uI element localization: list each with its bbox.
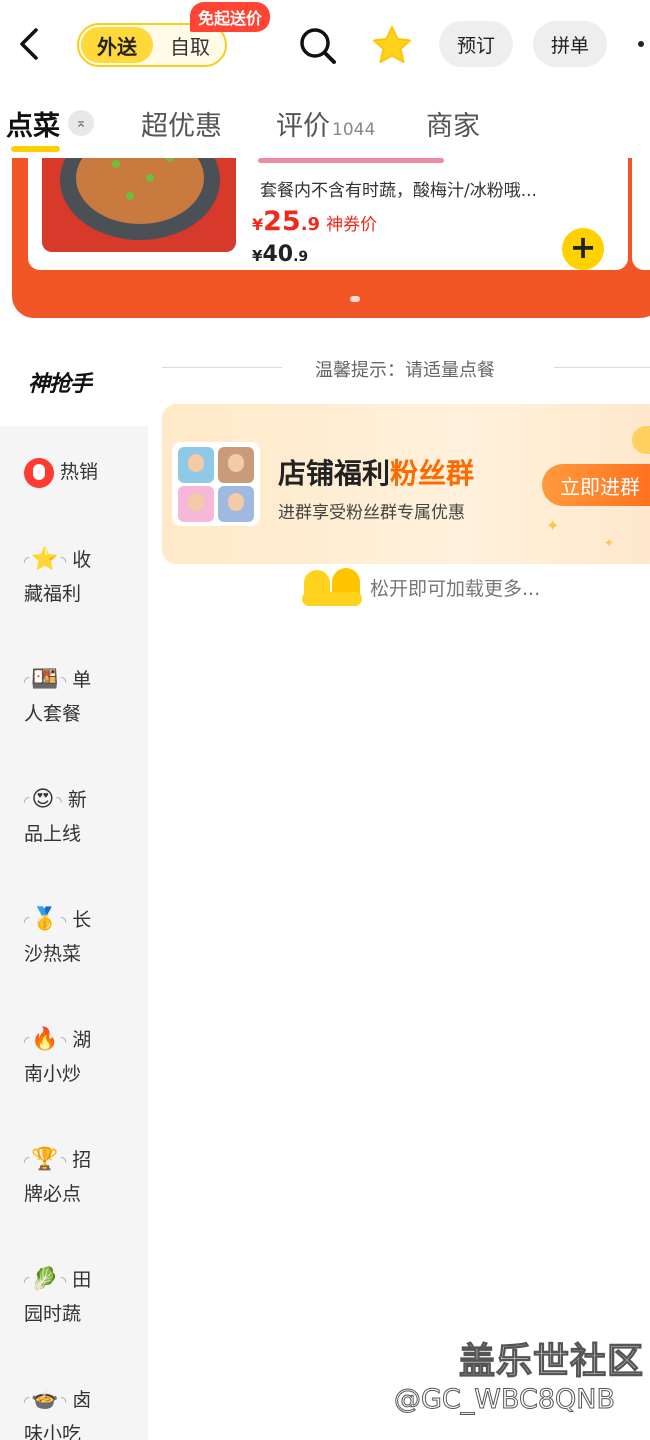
sidebar-item-new[interactable]: ◜😍 ◝ 新品上线	[0, 784, 148, 904]
heart-eyes-icon: 😍	[31, 787, 55, 812]
order-tip: 温馨提示：请适量点餐	[162, 356, 650, 381]
tip-divider-left	[162, 367, 282, 368]
leafy-green-icon: 🥬	[31, 1267, 59, 1292]
sparkle-icon: ✦	[604, 536, 615, 550]
group-order-button[interactable]: 拼单	[533, 21, 607, 67]
tab-reviews-label: 评价	[276, 111, 330, 142]
sidebar-item-label: ◜😍 ◝ 新品上线	[24, 784, 134, 850]
search-icon[interactable]	[298, 26, 338, 66]
mascot-icon	[300, 568, 364, 606]
sidebar-item-braised[interactable]: ◜🍲 ◝ 卤味小吃	[0, 1384, 148, 1440]
product-card[interactable]: 套餐内不含有时蔬，酸梅汁/冰粉哦... ¥25.9 神券价 ¥40.9 +	[28, 140, 628, 270]
watermark-user: @GC_WBC8QNB	[393, 1384, 616, 1416]
medal-icon: 🥇	[31, 907, 59, 932]
sidebar-item-label: ◜🥇 ◝ 长沙热菜	[24, 904, 134, 970]
original-price: ¥40.9	[252, 242, 308, 267]
free-min-order-badge: 免起送价	[190, 2, 271, 32]
tab-merchant[interactable]: 商家	[426, 104, 480, 143]
collapse-up-icon[interactable]: ⌅	[68, 110, 94, 136]
tab-active-indicator	[11, 146, 60, 152]
top-bar: 外送 自取 免起送价 预订 拼单	[0, 0, 650, 90]
pull-to-load-more: 松开即可加载更多...	[300, 566, 600, 606]
price-decimal: .9	[300, 214, 321, 235]
sidebar-item-favorites[interactable]: ◜⭐ ◝ 收藏福利	[0, 544, 148, 664]
flame-icon	[24, 457, 54, 488]
sidebar-item-label: ◜⭐ ◝ 收藏福利	[24, 544, 134, 610]
sidebar-item-label: ◜🍱 ◝ 单人套餐	[24, 664, 134, 730]
sidebar-item-hunan[interactable]: ◜🔥 ◝ 湖南小炒	[0, 1024, 148, 1144]
avatar	[178, 486, 214, 522]
category-sidebar: 神抢手 热销 ◜⭐ ◝ 收藏福利 ◜🍱 ◝ 单人套餐 ◜😍 ◝ 新品上线 ◜🥇 ◝ 长沙…	[0, 318, 148, 1440]
hot-label: 热销	[60, 461, 99, 483]
avatar	[178, 447, 214, 483]
sidebar-item-changsha[interactable]: ◜🥇 ◝ 长沙热菜	[0, 904, 148, 1024]
avatar	[218, 486, 254, 522]
pot-icon: 🍲	[31, 1387, 59, 1412]
sparkle-icon: ✦	[546, 516, 560, 535]
trophy-icon: 🏆	[31, 1147, 59, 1172]
pickup-option[interactable]: 自取	[155, 27, 225, 63]
tip-text: 温馨提示：请适量点餐	[315, 360, 495, 381]
fire-icon: 🔥	[31, 1027, 59, 1052]
sidebar-item-label: ◜🍲 ◝ 卤味小吃	[24, 1384, 134, 1440]
sidebar-item-label: ◜🥬 ◝ 田园时蔬	[24, 1264, 134, 1330]
star-icon: ⭐	[31, 547, 59, 572]
orig-currency: ¥	[252, 247, 263, 265]
name-highlight-bar	[258, 158, 444, 163]
sidebar-item-single-set[interactable]: ◜🍱 ◝ 单人套餐	[0, 664, 148, 784]
favorite-star-icon[interactable]	[371, 25, 413, 65]
carousel-indicator	[350, 296, 360, 302]
decorative-blob	[632, 426, 650, 454]
fan-group-title: 店铺福利粉丝群	[278, 457, 475, 490]
product-description: 套餐内不含有时蔬，酸梅汁/冰粉哦...	[260, 181, 537, 201]
tab-reviews[interactable]: 评价 1044	[276, 104, 375, 143]
sidebar-item-label: ◜🏆 ◝ 招牌必点	[24, 1144, 134, 1210]
sidebar-item-signature[interactable]: ◜🏆 ◝ 招牌必点	[0, 1144, 148, 1264]
more-menu-icon[interactable]	[638, 41, 644, 47]
tip-divider-right	[554, 367, 650, 368]
sidebar-item-hot[interactable]: 热销	[0, 426, 148, 546]
fan-group-banner[interactable]: 店铺福利粉丝群 进群享受粉丝群专属优惠 立即进群 ✦ ✦	[162, 404, 650, 564]
orig-integer: 40	[262, 242, 294, 267]
fan-avatars	[172, 442, 260, 526]
sidebar-header: 神抢手	[0, 318, 148, 426]
reserve-button[interactable]: 预订	[439, 21, 513, 67]
avatar	[218, 447, 254, 483]
sidebar-item-label: ◜🔥 ◝ 湖南小炒	[24, 1024, 134, 1090]
load-more-text: 松开即可加载更多...	[370, 578, 541, 600]
review-count: 1044	[332, 120, 376, 140]
add-to-cart-button[interactable]: +	[562, 228, 604, 270]
store-tabs: 点菜 ⌅ 超优惠 评价 1044 商家	[0, 90, 650, 158]
fan-group-subtitle: 进群享受粉丝群专属优惠	[278, 503, 465, 523]
brand-logo: 神抢手	[28, 372, 92, 397]
coupon-price: ¥25.9 神券价	[252, 206, 377, 237]
next-product-card-peek[interactable]	[632, 140, 650, 270]
price-currency: ¥	[252, 215, 264, 234]
back-arrow-icon[interactable]	[14, 26, 44, 62]
bento-icon: 🍱	[31, 667, 59, 692]
sidebar-item-label: 热销	[24, 456, 134, 488]
price-integer: 25	[263, 206, 301, 237]
watermark-community: 盖乐世社区	[458, 1340, 645, 1382]
orig-decimal: .9	[293, 249, 309, 265]
join-group-button[interactable]: 立即进群	[542, 464, 650, 506]
promo-banner: 套餐内不含有时蔬，酸梅汁/冰粉哦... ¥25.9 神券价 ¥40.9 +	[12, 140, 650, 318]
sidebar-item-vegetables[interactable]: ◜🥬 ◝ 田园时蔬	[0, 1264, 148, 1384]
coupon-price-tag: 神券价	[326, 215, 378, 235]
delivery-option[interactable]: 外送	[81, 27, 153, 63]
tab-deals[interactable]: 超优惠	[141, 104, 222, 143]
tab-order[interactable]: 点菜	[6, 104, 60, 143]
